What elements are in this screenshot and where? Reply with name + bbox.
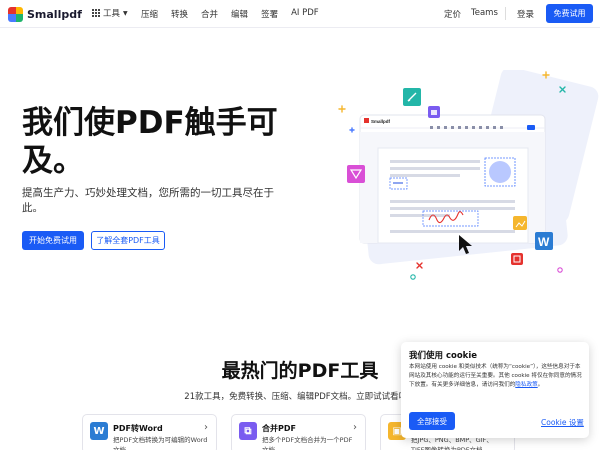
nav-link-edit[interactable]: 编辑 bbox=[231, 8, 248, 20]
crop-tool-icon bbox=[511, 253, 523, 265]
privacy-policy-link[interactable]: 隐私政策 bbox=[515, 382, 537, 388]
brand-name: Smallpdf bbox=[27, 7, 82, 21]
tools-menu[interactable]: 工具 ▼ bbox=[92, 7, 128, 19]
nav-link-sign[interactable]: 签署 bbox=[261, 8, 278, 20]
nav-link-compress[interactable]: 压缩 bbox=[141, 8, 158, 20]
nav-link-pricing[interactable]: 定价 bbox=[444, 8, 461, 20]
free-trial-button[interactable]: 免费试用 bbox=[546, 4, 593, 23]
tool-card-merge-pdf[interactable]: ⧉ 合并PDF 把多个PDF文档合并为一个PDF文档 › bbox=[231, 414, 366, 450]
tool-card-pdf-to-word[interactable]: W PDF转Word 把PDF文档转换为可编辑的Word文档 › bbox=[82, 414, 217, 450]
nav-link-ai-pdf[interactable]: AI PDF bbox=[291, 8, 319, 20]
card-title: 合并PDF bbox=[262, 424, 296, 433]
nav-divider bbox=[505, 7, 506, 20]
word-icon: W bbox=[90, 422, 108, 440]
nav-links: 压缩 转换 合并 编辑 签署 AI PDF bbox=[141, 8, 332, 20]
login-link[interactable]: 登录 bbox=[517, 8, 534, 20]
card-title: PDF转Word bbox=[113, 424, 163, 433]
tools-label: 工具 bbox=[103, 9, 121, 19]
card-description: 把多个PDF文档合并为一个PDF文档 bbox=[262, 436, 353, 450]
card-description: 把PDF文档转换为可编辑的Word文档 bbox=[113, 436, 208, 450]
cookie-settings-link[interactable]: Cookie 设置 bbox=[541, 417, 584, 428]
nav-link-merge[interactable]: 合并 bbox=[201, 8, 218, 20]
sparkle-decoration bbox=[410, 274, 416, 280]
sign-tool-icon bbox=[347, 165, 365, 183]
smallpdf-logo[interactable]: Smallpdf bbox=[8, 5, 82, 23]
toolbar-ok-icon bbox=[527, 125, 535, 130]
chevron-right-icon: › bbox=[204, 422, 208, 433]
hero-title: 我们使PDF触手可及。 bbox=[22, 105, 278, 179]
chevron-right-icon: › bbox=[353, 422, 357, 433]
hero-illustration: Smallpdf W bbox=[338, 70, 599, 280]
top-navbar: Smallpdf 工具 ▼ 压缩 转换 合并 编辑 签署 AI PDF 定价 T… bbox=[0, 0, 600, 28]
image-tool-icon bbox=[513, 216, 527, 230]
nav-link-teams[interactable]: Teams bbox=[471, 8, 498, 18]
window-logo-icon bbox=[364, 118, 369, 123]
cookie-body-end: 。 bbox=[537, 382, 544, 388]
start-free-trial-button[interactable]: 开始免费试用 bbox=[22, 231, 84, 250]
hero-subtitle: 提高生产力、巧妙处理文档，您所需的一切工具尽在于此。 bbox=[22, 187, 274, 214]
cookie-title: 我们使用 cookie bbox=[409, 351, 478, 361]
chevron-down-icon: ▼ bbox=[123, 9, 128, 17]
logo-icon bbox=[8, 6, 23, 22]
cookie-banner: 我们使用 cookie 本网站使用 cookie 和类似技术（统称为“cooki… bbox=[401, 342, 589, 438]
grid-icon bbox=[92, 9, 100, 17]
merge-icon: ⧉ bbox=[239, 422, 257, 440]
sparkle-decoration bbox=[557, 267, 563, 273]
word-tool-letter: W bbox=[538, 235, 550, 249]
accept-all-cookies-button[interactable]: 全部接受 bbox=[409, 412, 455, 430]
cookie-text: 本网站使用 cookie 和类似技术（统称为“cookie”），这些信息对于本网… bbox=[409, 363, 583, 390]
circle-shape bbox=[489, 161, 511, 183]
nav-link-convert[interactable]: 转换 bbox=[171, 8, 188, 20]
explore-tools-button[interactable]: 了解全套PDF工具 bbox=[91, 231, 165, 250]
window-brand: Smallpdf bbox=[371, 119, 391, 124]
cookie-body: 本网站使用 cookie 和类似技术（统称为“cookie”），这些信息对于本网… bbox=[409, 364, 582, 388]
